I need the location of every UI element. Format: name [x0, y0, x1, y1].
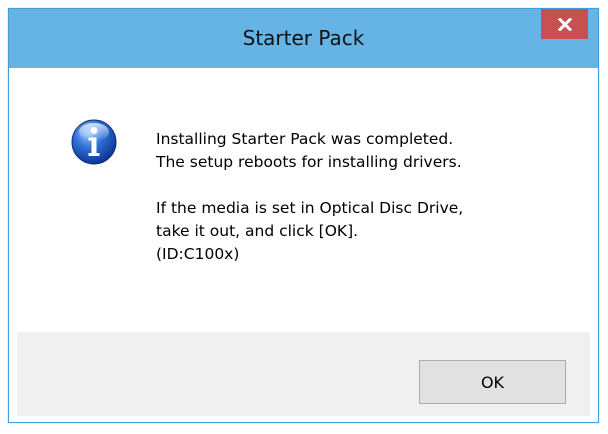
message-id: (ID:C100x) — [156, 245, 240, 263]
dialog-footer: OK — [17, 332, 590, 416]
title-bar[interactable]: Starter Pack — [9, 9, 598, 68]
message-spacer — [156, 174, 576, 197]
message-line: take it out, and click [OK]. — [156, 222, 359, 240]
message-line: Installing Starter Pack was completed. — [156, 130, 454, 148]
dialog-content: Installing Starter Pack was completed. T… — [17, 68, 590, 332]
info-icon — [70, 118, 118, 166]
dialog-window: Starter Pack Installing Starter Pack was… — [8, 8, 599, 423]
close-icon — [557, 17, 572, 31]
message-text: Installing Starter Pack was completed. T… — [156, 128, 576, 266]
close-button[interactable] — [541, 9, 588, 39]
message-line: The setup reboots for installing drivers… — [156, 153, 462, 171]
message-line: If the media is set in Optical Disc Driv… — [156, 199, 464, 217]
ok-button[interactable]: OK — [419, 360, 566, 404]
window-title: Starter Pack — [242, 26, 365, 50]
